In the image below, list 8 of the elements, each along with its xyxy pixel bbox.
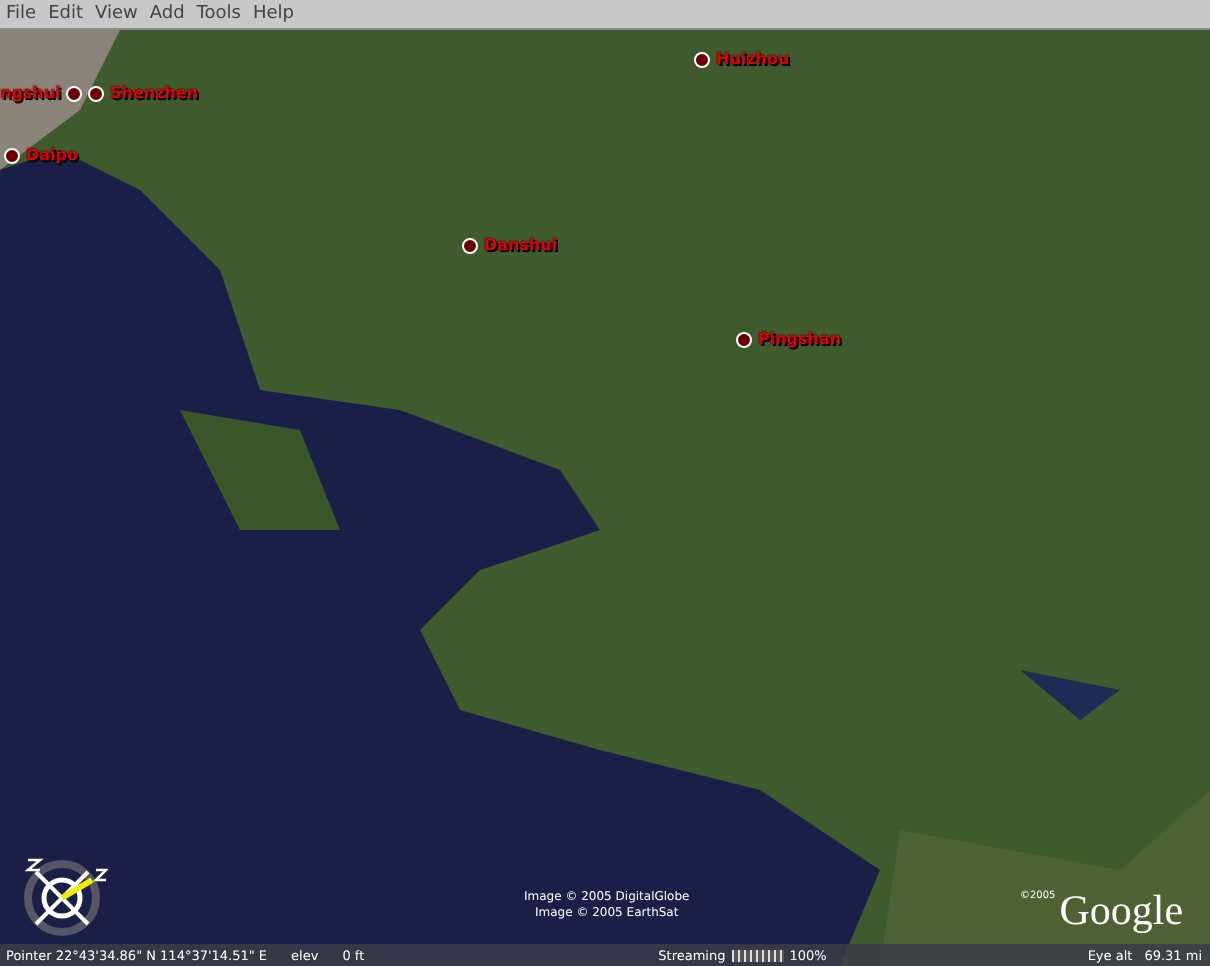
streaming-meter — [731, 949, 784, 961]
menu-item[interactable]: File — [6, 4, 37, 24]
logo-text: Google — [1059, 890, 1184, 930]
menu-item[interactable]: Add — [149, 4, 185, 24]
menu-item[interactable]: Edit — [48, 4, 83, 24]
menu-item[interactable]: Help — [252, 4, 294, 24]
menu-item[interactable]: Tools — [196, 4, 241, 24]
menu-item[interactable]: View — [95, 4, 138, 24]
